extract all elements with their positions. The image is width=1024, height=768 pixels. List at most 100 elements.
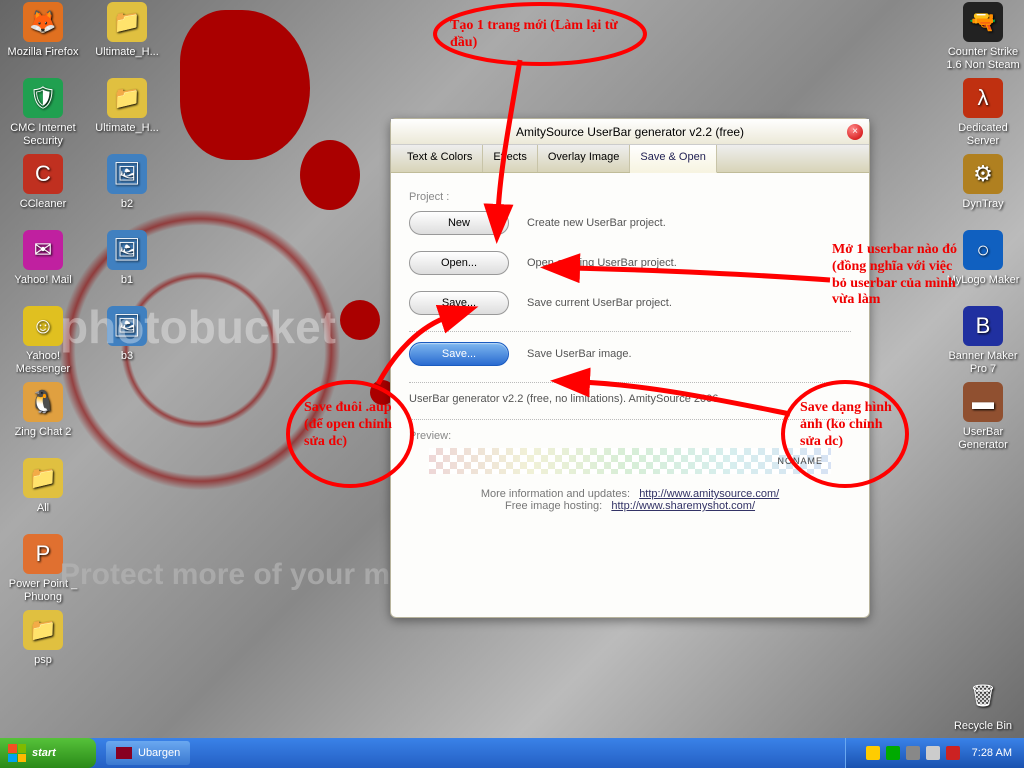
app-icon: 📁 <box>23 458 63 498</box>
footer-links: More information and updates: http://www… <box>409 488 851 512</box>
window-title: AmitySource UserBar generator v2.2 (free… <box>516 125 744 139</box>
icon-label: CMC Internet Security <box>6 122 80 147</box>
app-icon: 🖼 <box>107 230 147 270</box>
save-image-button[interactable]: Save... <box>409 342 509 366</box>
userbar-generator-window: AmitySource UserBar generator v2.2 (free… <box>390 118 870 618</box>
tray-network-icon[interactable] <box>906 746 920 760</box>
close-icon[interactable]: × <box>847 124 863 140</box>
app-icon: 🖼 <box>107 154 147 194</box>
tray-shield-icon[interactable] <box>866 746 880 760</box>
save-open-panel: Project : New Create new UserBar project… <box>391 173 869 524</box>
taskbar: start Ubargen 7:28 AM <box>0 738 1024 768</box>
info-link[interactable]: http://www.amitysource.com/ <box>639 488 779 500</box>
desktop-icon[interactable]: 🖼 b2 <box>90 154 164 211</box>
desktop-icon[interactable]: 🖼 b1 <box>90 230 164 287</box>
new-desc: Create new UserBar project. <box>527 217 666 229</box>
desktop-icon[interactable]: ▬ UserBar Generator <box>946 382 1020 451</box>
icon-label: UserBar Generator <box>946 426 1020 451</box>
app-icon: 🐧 <box>23 382 63 422</box>
desktop-icon[interactable]: PPower Point _ Phuong <box>6 534 80 603</box>
tray-update-icon[interactable] <box>886 746 900 760</box>
icon-label: CCleaner <box>6 198 80 211</box>
desktop-icon[interactable]: 🛡 CMC Internet Security <box>6 78 80 147</box>
preview-label: Preview: <box>409 430 851 442</box>
desktop-icon[interactable]: 📁 Ultimate_H... <box>90 2 164 59</box>
taskbar-app-icon <box>116 747 132 759</box>
icon-label: b1 <box>90 274 164 287</box>
desktop-icon[interactable]: 🔫 Counter Strike 1.6 Non Steam <box>946 2 1020 71</box>
app-icon: 🗑 <box>963 676 1003 716</box>
icon-label: DynTray <box>946 198 1020 211</box>
project-label: Project : <box>409 191 851 203</box>
userbar-preview: NONAME <box>429 448 831 474</box>
app-icon: C <box>23 154 63 194</box>
desktop-icon[interactable]: 📁 All <box>6 458 80 515</box>
save-desc: Save current UserBar project. <box>527 297 672 309</box>
desktop-icon[interactable]: λ Dedicated Server <box>946 78 1020 147</box>
icon-label: Recycle Bin <box>946 720 1020 733</box>
app-icon: ▬ <box>963 382 1003 422</box>
save-project-button[interactable]: Save... <box>409 291 509 315</box>
app-icon: 🖼 <box>107 306 147 346</box>
icon-label: Yahoo! Messenger <box>6 350 80 375</box>
icon-label: b3 <box>90 350 164 363</box>
open-desc: Open existing UserBar project. <box>527 257 677 269</box>
icon-label: All <box>6 502 80 515</box>
icon-label: Dedicated Server <box>946 122 1020 147</box>
desktop-icon[interactable]: ⚙ DynTray <box>946 154 1020 211</box>
app-icon: ⚙ <box>963 154 1003 194</box>
desktop-icon[interactable]: 🐧 Zing Chat 2 <box>6 382 80 439</box>
open-button[interactable]: Open... <box>409 251 509 275</box>
desktop-icon[interactable]: 🗑 Recycle Bin <box>946 676 1020 733</box>
icon-label: Mozilla Firefox <box>6 46 80 59</box>
clock[interactable]: 7:28 AM <box>972 747 1012 759</box>
start-button[interactable]: start <box>0 738 96 768</box>
tray-volume-icon[interactable] <box>926 746 940 760</box>
icon-label: Banner Maker Pro 7 <box>946 350 1020 375</box>
desktop-icon[interactable]: B Banner Maker Pro 7 <box>946 306 1020 375</box>
save-image-desc: Save UserBar image. <box>527 348 632 360</box>
desktop-icon[interactable]: ✉Yahoo! Mail <box>6 230 80 287</box>
desktop-icon[interactable]: ○ MyLogo Maker <box>946 230 1020 287</box>
hosting-link[interactable]: http://www.sharemyshot.com/ <box>611 500 755 512</box>
system-tray: 7:28 AM <box>845 738 1024 768</box>
desktop-icon[interactable]: ☺ Yahoo! Messenger <box>6 306 80 375</box>
tab-text-colors[interactable]: Text & Colors <box>397 145 483 172</box>
app-icon: 📁 <box>23 610 63 650</box>
desktop-icon[interactable]: C CCleaner <box>6 154 80 211</box>
icon-label: Counter Strike 1.6 Non Steam <box>946 46 1020 71</box>
tab-overlay-image[interactable]: Overlay Image <box>538 145 631 172</box>
icon-label: b2 <box>90 198 164 211</box>
taskbar-item-ubargen[interactable]: Ubargen <box>106 741 190 765</box>
app-icon: 🛡 <box>23 78 63 118</box>
icon-label: Zing Chat 2 <box>6 426 80 439</box>
app-icon: ✉ <box>23 230 63 270</box>
app-icon: 📁 <box>107 78 147 118</box>
app-icon: 📁 <box>107 2 147 42</box>
app-icon: P <box>23 534 63 574</box>
new-button[interactable]: New <box>409 211 509 235</box>
tab-effects[interactable]: Effects <box>483 145 537 172</box>
desktop-icon[interactable]: 🦊 Mozilla Firefox <box>6 2 80 59</box>
windows-logo-icon <box>8 744 26 762</box>
about-text: UserBar generator v2.2 (free, no limitat… <box>409 393 851 405</box>
desktop-icon[interactable]: 🖼 b3 <box>90 306 164 363</box>
app-icon: ☺ <box>23 306 63 346</box>
icon-label: Ultimate_H... <box>90 46 164 59</box>
tray-app-icon[interactable] <box>946 746 960 760</box>
tabstrip: Text & Colors Effects Overlay Image Save… <box>391 145 869 173</box>
app-icon: λ <box>963 78 1003 118</box>
app-icon: B <box>963 306 1003 346</box>
icon-label: psp <box>6 654 80 667</box>
app-icon: 🔫 <box>963 2 1003 42</box>
desktop-icon[interactable]: 📁 Ultimate_H... <box>90 78 164 135</box>
icon-label: Ultimate_H... <box>90 122 164 135</box>
tab-save-open[interactable]: Save & Open <box>630 145 716 173</box>
preview-text: NONAME <box>777 456 823 466</box>
desktop-icon[interactable]: 📁 psp <box>6 610 80 667</box>
icon-label: MyLogo Maker <box>946 274 1020 287</box>
annotation-new: Tạo 1 trang mới (Làm lại từ đầu) <box>450 18 640 52</box>
window-titlebar: AmitySource UserBar generator v2.2 (free… <box>391 119 869 145</box>
app-icon: ○ <box>963 230 1003 270</box>
app-icon: 🦊 <box>23 2 63 42</box>
